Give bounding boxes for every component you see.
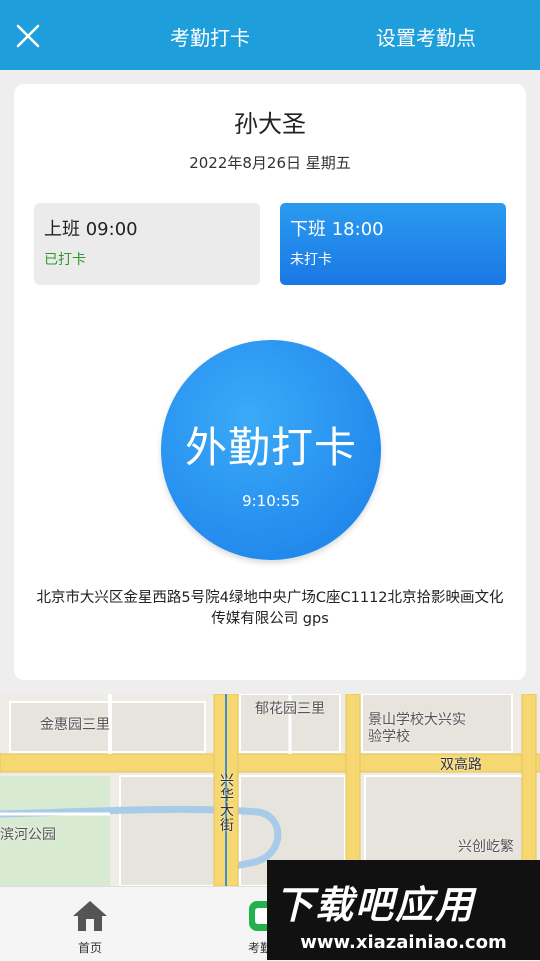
user-name: 孙大圣 xyxy=(234,110,306,138)
location-address: 北京市大兴区金星西路5号院4绿地中央广场C座C1112北京拾影映画文化传媒有限公… xyxy=(36,590,504,627)
watermark: 下载吧应用 www.xiazainiao.com xyxy=(267,860,540,960)
attendance-card: 孙大圣 2022年8月26日 星期五 上班 09:00 已打卡 下班 18:00… xyxy=(14,84,526,680)
shift-clock-in[interactable]: 上班 09:00 已打卡 xyxy=(34,203,260,285)
map-label: 滨河公园 xyxy=(0,827,56,843)
shift-title: 下班 18:00 xyxy=(290,219,384,240)
page-title: 考勤打卡 xyxy=(170,26,250,50)
set-attendance-point-button[interactable]: 设置考勤点 xyxy=(376,22,476,51)
map-label: 兴创屹繁 xyxy=(458,839,514,855)
tab-label: 首页 xyxy=(77,941,102,955)
map-label: 金惠园三里 xyxy=(40,717,110,733)
shift-status: 已打卡 xyxy=(44,252,86,268)
home-icon xyxy=(73,901,107,931)
field-punch-button[interactable]: 外勤打卡 9:10:55 xyxy=(161,340,381,560)
map-label: 郁花园三里 xyxy=(255,701,325,717)
map-label: 景山学校大兴实验学校 xyxy=(368,712,466,745)
punch-label: 外勤打卡 xyxy=(184,423,357,472)
map-view[interactable]: 金惠园三里 郁花园三里 景山学校大兴实验学校 双高路 兴华大街 滨河公园 兴创屹… xyxy=(0,694,540,886)
map-label: 双高路 xyxy=(440,757,482,773)
shift-title: 上班 09:00 xyxy=(44,219,138,240)
watermark-title: 下载吧应用 xyxy=(275,883,476,927)
watermark-url: www.xiazainiao.com xyxy=(300,932,507,953)
shift-status: 未打卡 xyxy=(290,252,332,268)
tab-home[interactable]: 首页 xyxy=(45,887,135,961)
current-date: 2022年8月26日 星期五 xyxy=(189,154,351,172)
top-bar: 考勤打卡 设置考勤点 xyxy=(0,0,540,70)
shift-clock-out[interactable]: 下班 18:00 未打卡 xyxy=(280,203,506,285)
map-label: 兴华大街 xyxy=(220,773,234,834)
punch-time: 9:10:55 xyxy=(242,492,300,510)
